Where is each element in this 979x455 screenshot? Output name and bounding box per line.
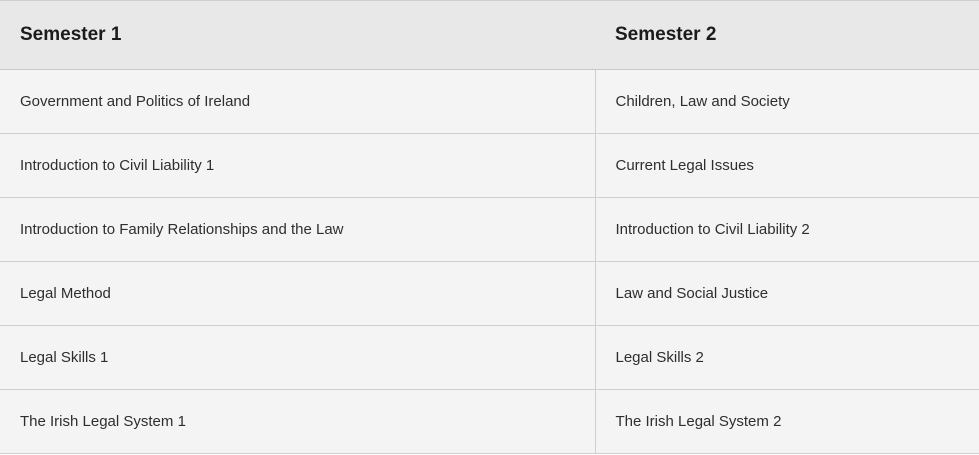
semester-1-module: Legal Skills 1 <box>0 325 596 390</box>
table-row: Government and Politics of Ireland Child… <box>0 69 979 134</box>
semester-2-module: Children, Law and Society <box>595 69 979 134</box>
table-row: The Irish Legal System 1 The Irish Legal… <box>0 389 979 454</box>
table-row: Legal Skills 1 Legal Skills 2 <box>0 325 979 390</box>
semester-2-module: Introduction to Civil Liability 2 <box>595 197 979 262</box>
header-row: Semester 1 Semester 2 <box>0 0 979 70</box>
table-body: Government and Politics of Ireland Child… <box>0 69 979 454</box>
table-header: Semester 1 Semester 2 <box>0 0 979 70</box>
semester-1-header: Semester 1 <box>0 0 595 70</box>
table-row: Introduction to Civil Liability 1 Curren… <box>0 133 979 198</box>
table-row: Legal Method Law and Social Justice <box>0 261 979 326</box>
semester-1-module: Government and Politics of Ireland <box>0 69 596 134</box>
semester-2-module: Current Legal Issues <box>595 133 979 198</box>
table-row: Introduction to Family Relationships and… <box>0 197 979 262</box>
semester-2-module: Legal Skills 2 <box>595 325 979 390</box>
semester-1-module: The Irish Legal System 1 <box>0 389 596 454</box>
modules-table: Semester 1 Semester 2 Government and Pol… <box>0 0 979 454</box>
semester-2-module: Law and Social Justice <box>595 261 979 326</box>
semester-1-module: Legal Method <box>0 261 596 326</box>
semester-2-module: The Irish Legal System 2 <box>595 389 979 454</box>
semester-1-module: Introduction to Civil Liability 1 <box>0 133 596 198</box>
semester-2-header: Semester 2 <box>595 0 979 70</box>
semester-1-module: Introduction to Family Relationships and… <box>0 197 596 262</box>
